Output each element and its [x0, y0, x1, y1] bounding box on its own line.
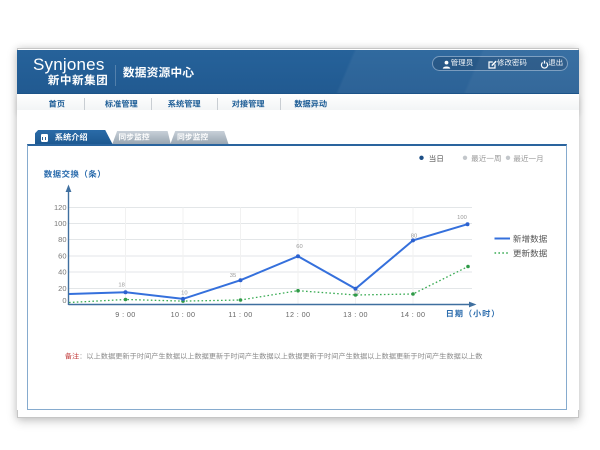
svg-text:35: 35	[230, 273, 236, 279]
svg-text:14 : 00: 14 : 00	[401, 310, 426, 319]
svg-text:60: 60	[296, 244, 302, 250]
svg-text:10 : 00: 10 : 00	[171, 310, 196, 319]
svg-text:120: 120	[54, 203, 67, 212]
svg-text:100: 100	[457, 215, 467, 221]
svg-text:10: 10	[353, 290, 359, 296]
svg-text:40: 40	[58, 268, 66, 277]
svg-text:13 : 00: 13 : 00	[343, 310, 368, 319]
svg-text:11 : 00: 11 : 00	[228, 310, 252, 319]
svg-text:12 : 00: 12 : 00	[286, 310, 311, 319]
svg-text:100: 100	[54, 219, 67, 228]
svg-text:80: 80	[411, 234, 417, 240]
svg-text:20: 20	[58, 284, 66, 293]
svg-text:9 : 00: 9 : 00	[115, 310, 135, 319]
svg-text:60: 60	[58, 252, 66, 261]
svg-text:10: 10	[181, 291, 187, 297]
svg-text:18: 18	[118, 282, 124, 288]
svg-text:80: 80	[58, 235, 66, 244]
svg-text:0: 0	[62, 296, 66, 305]
